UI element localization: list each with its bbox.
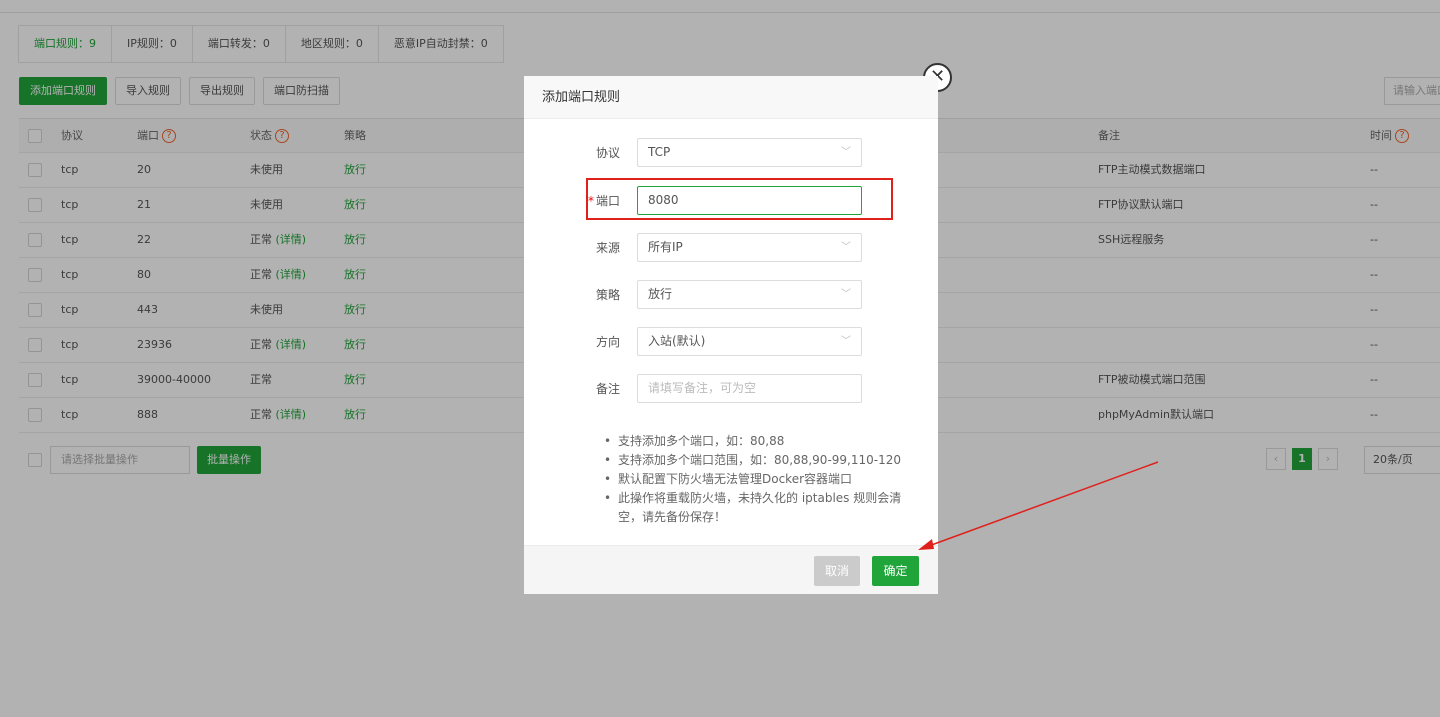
dialog-footer: 取消 确定 — [524, 545, 938, 594]
protocol-select[interactable]: TCP ﹀ — [637, 138, 862, 167]
tip-item: 默认配置下防火墙无法管理Docker容器端口 — [604, 470, 924, 489]
note-row: 备注 请填写备注，可为空 — [524, 374, 938, 404]
cancel-button[interactable]: 取消 — [814, 556, 860, 586]
confirm-button[interactable]: 确定 — [872, 556, 919, 586]
port-input[interactable]: 8080 — [637, 186, 862, 215]
tip-item: 此操作将重载防火墙，未持久化的 iptables 规则会清空，请先备份保存！ — [604, 489, 924, 527]
source-row: 来源 所有IP ﹀ — [524, 233, 938, 263]
chevron-down-icon: ﹀ — [841, 336, 851, 347]
note-label: 备注 — [595, 382, 620, 396]
policy-label: 策略 — [595, 288, 620, 302]
source-select[interactable]: 所有IP ﹀ — [637, 233, 862, 262]
add-port-rule-dialog: 添加端口规则 协议 TCP ﹀ * 端口 8080 来源 所有IP ﹀ 策略 放行 ﹀ … — [524, 76, 938, 594]
chevron-down-icon: ﹀ — [841, 147, 851, 158]
direction-label: 方向 — [595, 335, 620, 349]
policy-select[interactable]: 放行 ﹀ — [637, 280, 862, 309]
tips-list: 支持添加多个端口，如：80,88 支持添加多个端口范围，如：80,88,90-9… — [604, 432, 924, 527]
port-label: * 端口 — [587, 194, 620, 208]
chevron-down-icon: ﹀ — [841, 289, 851, 300]
direction-row: 方向 入站(默认) ﹀ — [524, 327, 938, 357]
dialog-title: 添加端口规则 — [524, 76, 938, 119]
policy-row: 策略 放行 ﹀ — [524, 280, 938, 310]
protocol-label: 协议 — [595, 146, 620, 160]
chevron-down-icon: ﹀ — [841, 242, 851, 253]
source-label: 来源 — [595, 241, 620, 255]
protocol-row: 协议 TCP ﹀ — [524, 138, 938, 168]
tip-item: 支持添加多个端口范围，如：80,88,90-99,110-120 — [604, 451, 924, 470]
port-row: * 端口 8080 — [524, 186, 938, 216]
tip-item: 支持添加多个端口，如：80,88 — [604, 432, 924, 451]
note-input[interactable]: 请填写备注，可为空 — [637, 374, 862, 403]
direction-select[interactable]: 入站(默认) ﹀ — [637, 327, 862, 356]
